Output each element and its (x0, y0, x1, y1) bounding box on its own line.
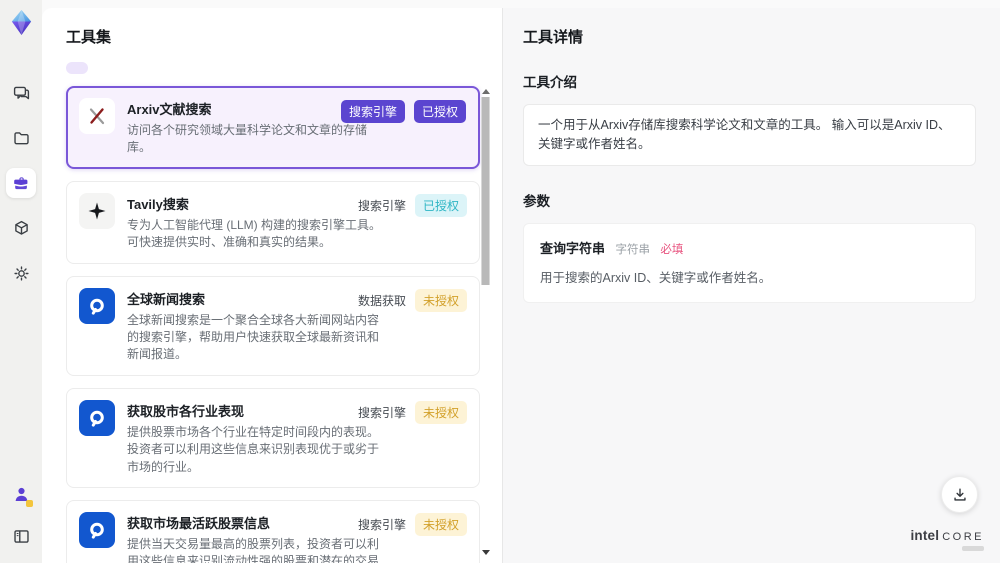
tool-description: 提供当天交易量最高的股票列表，投资者可以利用这些信息来识别流动性强的股票和潜在的… (127, 536, 380, 563)
category-tabs (66, 62, 502, 74)
sidebar-item-chat[interactable] (6, 78, 36, 108)
sidebar-item-settings[interactable] (6, 258, 36, 288)
tool-detail-panel: 工具详情 工具介绍 一个用于从Arxiv存储库搜索科学论文和文章的工具。 输入可… (502, 8, 1000, 563)
tools-panel: 工具集 Arxiv文献搜索 访问各个研究领域大量科学论文和文章的存储库。 搜索引… (42, 8, 502, 563)
left-rail (0, 0, 42, 563)
tool-category-badge: 搜索引擎 (357, 405, 406, 420)
tool-icon (79, 399, 115, 436)
page-title: 工具集 (66, 29, 112, 46)
scrollbar-up-arrow[interactable] (482, 89, 490, 94)
category-tab[interactable] (126, 62, 148, 74)
intel-core-logo: intel core (910, 527, 984, 551)
news-engine-icon (86, 295, 108, 317)
tool-list: Arxiv文献搜索 访问各个研究领域大量科学论文和文章的存储库。 搜索引擎 已授… (66, 86, 480, 563)
tool-badges: 搜索引擎 已授权 (340, 100, 466, 123)
parameter-required-badge: 必填 (660, 243, 684, 256)
tool-category-badge: 搜索引擎 (357, 517, 406, 532)
tool-badges: 数据获取 未授权 (357, 288, 467, 312)
tool-card[interactable]: 获取股市各行业表现 提供股票市场各个行业在特定时间段内的表现。投资者可以利用这些… (66, 387, 480, 488)
category-tab[interactable] (66, 62, 88, 74)
tool-icon (79, 98, 115, 134)
parameter-description: 用于搜索的Arxiv ID、关键字或作者姓名。 (540, 270, 772, 285)
intel-wordmark: intel (910, 528, 940, 543)
download-button[interactable] (941, 476, 978, 513)
app-window: 工具集 Arxiv文献搜索 访问各个研究领域大量科学论文和文章的存储库。 搜索引… (0, 0, 1000, 563)
scrollbar-thumb[interactable] (481, 97, 490, 285)
user-avatar[interactable] (6, 484, 36, 508)
tool-icon (79, 192, 115, 229)
tool-auth-badge: 已授权 (414, 193, 467, 217)
status-dot (26, 500, 33, 507)
tool-description: 访问各个研究领域大量科学论文和文章的存储库。 (127, 123, 368, 155)
sidebar-item-files[interactable] (6, 123, 36, 153)
tool-card[interactable]: Tavily搜索 专为人工智能代理 (LLM) 构建的搜索引擎工具。可快速提供实… (66, 180, 480, 264)
tool-description: 全球新闻搜索是一个聚合全球各大新闻网站内容的搜索引擎，帮助用户快速获取全球最新资… (127, 312, 380, 362)
tavily-star-icon (87, 201, 107, 221)
core-sub-mark (962, 546, 984, 551)
detail-title: 工具详情 (523, 29, 584, 46)
tool-category-badge: 数据获取 (357, 293, 406, 308)
tool-card[interactable]: 全球新闻搜索 全球新闻搜索是一个聚合全球各大新闻网站内容的搜索引擎，帮助用户快速… (66, 275, 480, 376)
intro-heading: 工具介绍 (523, 75, 577, 90)
tool-description: 提供股票市场各个行业在特定时间段内的表现。投资者可以利用这些信息来识别表现优于或… (127, 424, 380, 474)
tool-description: 专为人工智能代理 (LLM) 构建的搜索引擎工具。可快速提供实时、准确和真实的结… (127, 217, 382, 250)
tool-category-badge: 搜索引擎 (340, 100, 405, 123)
sidebar-item-models[interactable] (6, 213, 36, 243)
parameter-card: 查询字符串 字符串 必填 用于搜索的Arxiv ID、关键字或作者姓名。 (523, 222, 976, 303)
params-heading: 参数 (523, 193, 550, 209)
tool-intro-text: 一个用于从Arxiv存储库搜索科学论文和文章的工具。 输入可以是Arxiv ID… (523, 104, 976, 166)
parameter-name: 查询字符串 (540, 240, 606, 256)
app-logo-icon (8, 9, 35, 36)
tool-badges: 搜索引擎 已授权 (357, 193, 467, 217)
tool-icon (79, 511, 115, 548)
tool-icon (79, 287, 115, 324)
tool-auth-badge: 未授权 (414, 512, 467, 536)
category-tab[interactable] (156, 62, 178, 74)
rail-bottom (0, 484, 42, 551)
scrollbar-down-arrow[interactable] (482, 550, 490, 555)
tool-badges: 搜索引擎 未授权 (357, 512, 467, 536)
tool-card[interactable]: 获取市场最活跃股票信息 提供当天交易量最高的股票列表，投资者可以利用这些信息来识… (66, 499, 480, 563)
parameter-type: 字符串 (615, 243, 650, 256)
rail-nav (6, 78, 36, 288)
tool-auth-badge: 未授权 (414, 400, 467, 424)
tool-auth-badge: 已授权 (413, 100, 466, 123)
tool-badges: 搜索引擎 未授权 (357, 400, 467, 424)
core-wordmark: core (942, 531, 984, 543)
tool-category-badge: 搜索引擎 (357, 198, 406, 213)
sidebar-item-tools[interactable] (6, 168, 36, 198)
collapse-panel-toggle[interactable] (6, 521, 36, 551)
tool-auth-badge: 未授权 (414, 288, 467, 312)
news-engine-icon (86, 519, 108, 541)
tool-card[interactable]: Arxiv文献搜索 访问各个研究领域大量科学论文和文章的存储库。 搜索引擎 已授… (66, 86, 480, 169)
category-tab[interactable] (96, 62, 118, 74)
news-engine-icon (86, 407, 108, 429)
scrollbar[interactable] (481, 89, 490, 555)
parameter-header: 查询字符串 字符串 必填 (540, 238, 959, 258)
arxiv-icon (86, 105, 108, 127)
